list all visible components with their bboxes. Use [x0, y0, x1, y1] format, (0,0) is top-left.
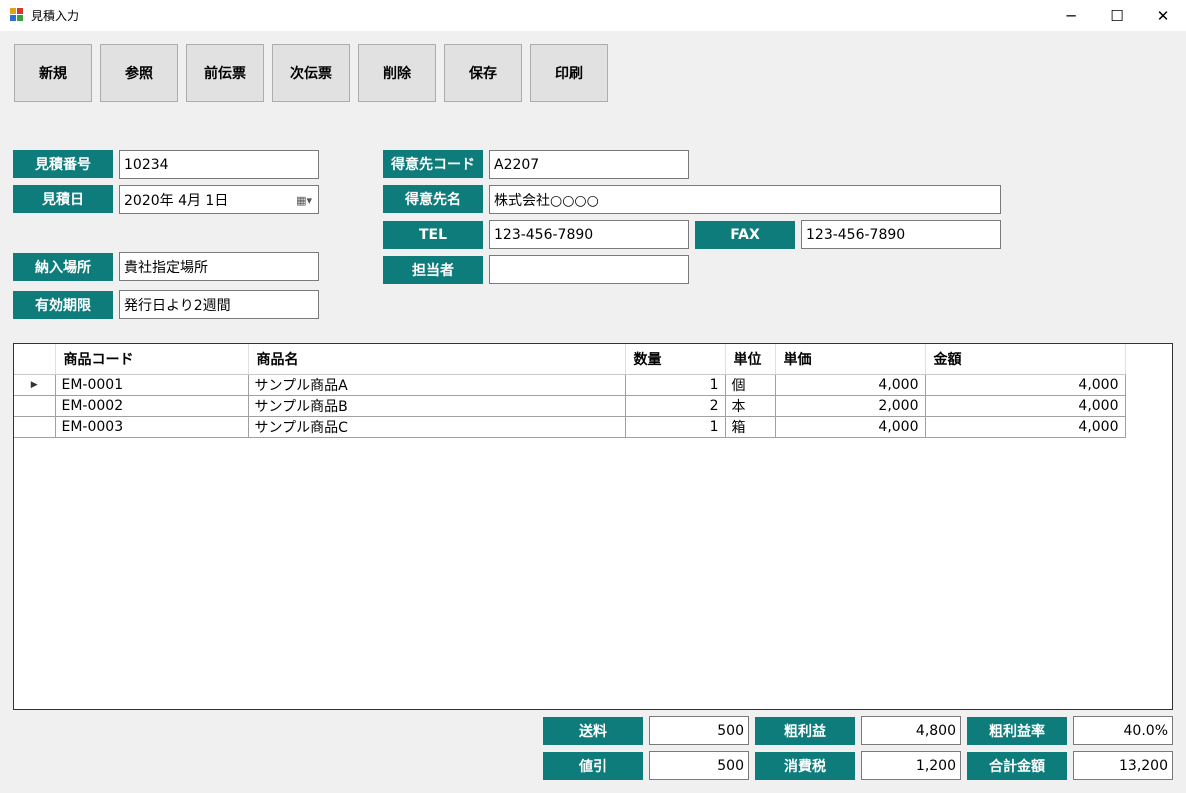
cell-amount[interactable]: 4,000: [925, 374, 1126, 396]
cell-price[interactable]: 4,000: [775, 416, 926, 438]
row-header-corner: [14, 344, 56, 375]
gross-profit-label: 粗利益: [755, 717, 855, 745]
column-header-code[interactable]: 商品コード: [55, 344, 249, 375]
current-row-indicator-icon[interactable]: ▶: [14, 374, 56, 396]
quote-date-picker[interactable]: 2020年 4月 1日 ▦▾: [119, 185, 319, 214]
fax-label: FAX: [695, 221, 795, 249]
cell-code[interactable]: EM-0002: [55, 395, 249, 417]
delivery-place-label: 納入場所: [13, 253, 113, 281]
gross-margin-label: 粗利益率: [967, 717, 1067, 745]
valid-period-field[interactable]: 発行日より2週間: [119, 290, 319, 319]
total-amount-field[interactable]: 13,200: [1073, 751, 1173, 780]
calendar-dropdown-icon[interactable]: ▦▾: [296, 194, 312, 207]
cell-price[interactable]: 2,000: [775, 395, 926, 417]
column-header-amount[interactable]: 金額: [925, 344, 1126, 375]
quote-date-label: 見積日: [13, 185, 113, 213]
close-icon[interactable]: ✕: [1140, 0, 1186, 31]
row-header-cell[interactable]: [14, 416, 56, 438]
column-header-name[interactable]: 商品名: [248, 344, 626, 375]
cell-qty[interactable]: 1: [625, 416, 726, 438]
new-button[interactable]: 新規: [14, 44, 92, 102]
column-header-unit[interactable]: 単位: [725, 344, 776, 375]
cell-name[interactable]: サンプル商品C: [248, 416, 626, 438]
cell-code[interactable]: EM-0003: [55, 416, 249, 438]
print-button[interactable]: 印刷: [530, 44, 608, 102]
tel-label: TEL: [383, 221, 483, 249]
cell-amount[interactable]: 4,000: [925, 395, 1126, 417]
tel-field[interactable]: 123-456-7890: [489, 220, 689, 249]
cell-name[interactable]: サンプル商品A: [248, 374, 626, 396]
column-header-price[interactable]: 単価: [775, 344, 926, 375]
table-row[interactable]: EM-0003 サンプル商品C 1 箱 4,000 4,000: [14, 416, 1126, 438]
person-in-charge-field[interactable]: [489, 255, 689, 284]
app-icon: [10, 8, 24, 22]
customer-code-label: 得意先コード: [383, 150, 483, 178]
title-bar: 見積入力 ─ ☐ ✕: [0, 0, 1186, 31]
line-items-grid[interactable]: 商品コード 商品名 数量 単位 単価 金額 ▶ EM-0001 サンプル商品A …: [13, 343, 1173, 710]
previous-slip-button[interactable]: 前伝票: [186, 44, 264, 102]
person-in-charge-label: 担当者: [383, 256, 483, 284]
customer-code-field[interactable]: A2207: [489, 150, 689, 179]
maximize-icon[interactable]: ☐: [1094, 0, 1140, 31]
fax-field[interactable]: 123-456-7890: [801, 220, 1001, 249]
cell-price[interactable]: 4,000: [775, 374, 926, 396]
cell-code[interactable]: EM-0001: [55, 374, 249, 396]
quote-number-label: 見積番号: [13, 150, 113, 178]
cell-name[interactable]: サンプル商品B: [248, 395, 626, 417]
cell-unit[interactable]: 本: [725, 395, 776, 417]
cell-qty[interactable]: 1: [625, 374, 726, 396]
save-button[interactable]: 保存: [444, 44, 522, 102]
minimize-icon[interactable]: ─: [1048, 0, 1094, 31]
column-header-qty[interactable]: 数量: [625, 344, 726, 375]
row-header-cell[interactable]: [14, 395, 56, 417]
shipping-label: 送料: [543, 717, 643, 745]
grid-header-row: 商品コード 商品名 数量 単位 単価 金額: [14, 344, 1126, 375]
browse-button[interactable]: 参照: [100, 44, 178, 102]
next-slip-button[interactable]: 次伝票: [272, 44, 350, 102]
gross-margin-field[interactable]: 40.0%: [1073, 716, 1173, 745]
delivery-place-field[interactable]: 貴社指定場所: [119, 252, 319, 281]
table-row[interactable]: EM-0002 サンプル商品B 2 本 2,000 4,000: [14, 395, 1126, 417]
gross-profit-field[interactable]: 4,800: [861, 716, 961, 745]
total-amount-label: 合計金額: [967, 752, 1067, 780]
table-row[interactable]: ▶ EM-0001 サンプル商品A 1 個 4,000 4,000: [14, 374, 1126, 396]
discount-field[interactable]: 500: [649, 751, 749, 780]
quote-number-field[interactable]: 10234: [119, 150, 319, 179]
consumption-tax-field[interactable]: 1,200: [861, 751, 961, 780]
delete-button[interactable]: 削除: [358, 44, 436, 102]
cell-unit[interactable]: 個: [725, 374, 776, 396]
quote-date-value: 2020年 4月 1日: [124, 192, 229, 209]
cell-qty[interactable]: 2: [625, 395, 726, 417]
valid-period-label: 有効期限: [13, 291, 113, 319]
customer-name-label: 得意先名: [383, 185, 483, 213]
cell-amount[interactable]: 4,000: [925, 416, 1126, 438]
consumption-tax-label: 消費税: [755, 752, 855, 780]
customer-name-field[interactable]: 株式会社○○○○: [489, 185, 1001, 214]
shipping-field[interactable]: 500: [649, 716, 749, 745]
discount-label: 値引: [543, 752, 643, 780]
window-title: 見積入力: [31, 9, 80, 23]
cell-unit[interactable]: 箱: [725, 416, 776, 438]
